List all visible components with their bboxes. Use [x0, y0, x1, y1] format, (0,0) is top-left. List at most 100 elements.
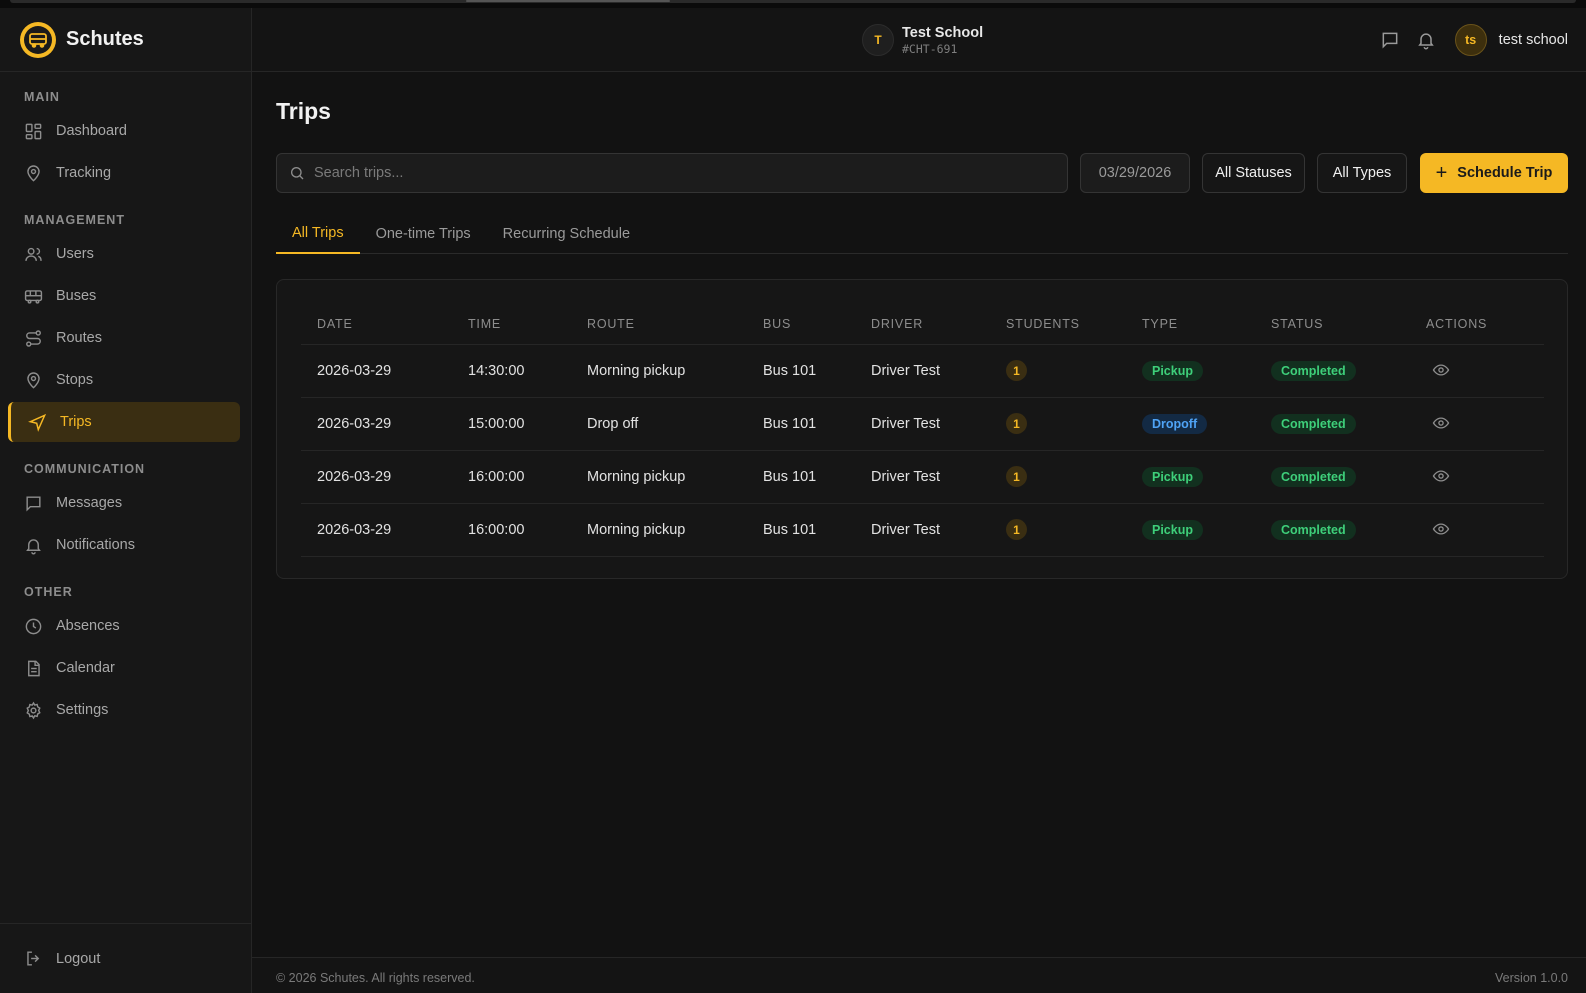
page-title: Trips	[276, 98, 331, 124]
search-icon	[291, 167, 304, 180]
bell-icon	[26, 538, 41, 554]
view-trip-button[interactable]	[1430, 412, 1452, 434]
trips-toolbar: 03/29/2026 All Statuses All Types + Sche…	[276, 153, 1568, 193]
status-filter-select[interactable]: All Statuses	[1202, 153, 1305, 193]
column-header-type[interactable]: TYPE	[1126, 304, 1255, 345]
sidebar-item-tracking[interactable]: Tracking	[12, 153, 239, 193]
students-count-badge: 1	[1006, 413, 1027, 434]
view-trip-button[interactable]	[1430, 359, 1452, 381]
column-header-bus[interactable]: BUS	[747, 304, 855, 345]
school-name: Test School	[902, 24, 984, 41]
view-trip-button[interactable]	[1430, 518, 1452, 540]
cell-bus: Bus 101	[747, 397, 855, 451]
cell-date: 2026-03-29	[301, 344, 452, 398]
table-row[interactable]: 2026-03-29 14:30:00 Morning pickup Bus 1…	[301, 344, 1544, 398]
search-input[interactable]	[314, 165, 1034, 181]
school-avatar: T	[862, 24, 894, 56]
search-box[interactable]	[276, 153, 1068, 193]
cell-route: Drop off	[571, 397, 747, 451]
eye-icon	[1432, 469, 1450, 482]
tab-recurring-schedule[interactable]: Recurring Schedule	[487, 214, 646, 254]
nav-communication: COMMUNICATION Messages Notifications	[0, 444, 251, 565]
user-avatar[interactable]: ts	[1454, 24, 1487, 56]
column-header-date[interactable]: DATE	[301, 304, 452, 345]
column-header-time[interactable]: TIME	[452, 304, 571, 345]
sidebar-item-trips[interactable]: Trips	[8, 402, 240, 442]
user-name[interactable]: test school	[1499, 32, 1568, 48]
column-header-students[interactable]: STUDENTS	[990, 304, 1126, 345]
sidebar-item-label: Absences	[56, 618, 120, 634]
trip-tabs: All Trips One-time Trips Recurring Sched…	[276, 214, 1568, 254]
plus-icon: +	[1435, 162, 1448, 184]
clock-icon	[25, 618, 42, 634]
cell-type: Pickup	[1126, 344, 1255, 398]
brand[interactable]: Schutes	[0, 8, 251, 72]
brand-name: Schutes	[66, 28, 144, 50]
cell-status: Completed	[1255, 344, 1410, 398]
sidebar-item-messages[interactable]: Messages	[12, 483, 239, 523]
gear-icon	[26, 701, 41, 719]
school-code: #CHT-691	[902, 41, 958, 56]
date-filter-input[interactable]: 03/29/2026	[1080, 153, 1190, 193]
sidebar-item-stops[interactable]: Stops	[12, 360, 239, 400]
cell-bus: Bus 101	[747, 344, 855, 398]
sidebar-item-label: Dashboard	[56, 123, 127, 139]
sidebar-item-label: Routes	[56, 330, 102, 346]
sidebar-item-routes[interactable]: Routes	[12, 318, 239, 358]
cell-status: Completed	[1255, 450, 1410, 504]
eye-icon	[1432, 522, 1450, 535]
map-pin-icon	[27, 164, 40, 182]
logout-icon	[27, 951, 40, 966]
cell-students: 1	[990, 397, 1126, 451]
cell-date: 2026-03-29	[301, 503, 452, 557]
type-badge: Pickup	[1142, 466, 1203, 487]
navigation-icon	[28, 413, 47, 432]
version-text: Version 1.0.0	[1495, 971, 1568, 985]
trips-table: DATE TIME ROUTE BUS DRIVER STUDENTS TYPE…	[301, 304, 1544, 557]
sidebar-item-dashboard[interactable]: Dashboard	[12, 111, 239, 151]
status-badge: Completed	[1271, 360, 1356, 381]
sidebar-item-label: Buses	[56, 288, 97, 304]
cell-students: 1	[990, 503, 1126, 557]
sidebar-item-label: Calendar	[56, 660, 115, 676]
column-header-status[interactable]: STATUS	[1255, 304, 1410, 345]
notifications-button[interactable]	[1415, 29, 1437, 51]
type-badge: Pickup	[1142, 360, 1203, 381]
bell-icon	[1417, 33, 1434, 50]
cell-route: Morning pickup	[571, 344, 747, 398]
schedule-trip-button[interactable]: + Schedule Trip	[1420, 153, 1568, 193]
table-row[interactable]: 2026-03-29 16:00:00 Morning pickup Bus 1…	[301, 503, 1544, 557]
table-row[interactable]: 2026-03-29 15:00:00 Drop off Bus 101 Dri…	[301, 397, 1544, 451]
sidebar-item-notifications[interactable]: Notifications	[12, 525, 239, 565]
type-badge: Pickup	[1142, 519, 1203, 540]
bus-icon	[24, 289, 43, 304]
cell-time: 16:00:00	[452, 503, 571, 557]
sidebar-item-buses[interactable]: Buses	[12, 276, 239, 316]
sidebar-item-users[interactable]: Users	[12, 234, 239, 274]
table-row[interactable]: 2026-03-29 16:00:00 Morning pickup Bus 1…	[301, 450, 1544, 504]
sidebar: Schutes MAIN Dashboard Tracking MANAGEME…	[0, 8, 252, 993]
sidebar-item-absences[interactable]: Absences	[12, 606, 239, 646]
school-switcher[interactable]: T Test School #CHT-691	[862, 24, 983, 56]
messages-button[interactable]	[1379, 29, 1401, 51]
column-header-route[interactable]: ROUTE	[571, 304, 747, 345]
sidebar-item-calendar[interactable]: Calendar	[12, 648, 239, 688]
page-footer: © 2026 Schutes. All rights reserved. Ver…	[252, 957, 1586, 993]
top-header: T Test School #CHT-691 ts test school	[252, 8, 1586, 72]
status-badge: Completed	[1271, 466, 1356, 487]
nav-other: OTHER Absences Calendar Settings	[0, 567, 251, 730]
cell-bus: Bus 101	[747, 503, 855, 557]
sidebar-item-settings[interactable]: Settings	[12, 690, 239, 730]
column-header-driver[interactable]: DRIVER	[855, 304, 990, 345]
tab-all-trips[interactable]: All Trips	[276, 214, 360, 254]
logout-button[interactable]: Logout	[0, 923, 251, 993]
column-header-actions: ACTIONS	[1410, 304, 1544, 345]
sidebar-item-label: Messages	[56, 495, 123, 511]
trips-table-card: DATE TIME ROUTE BUS DRIVER STUDENTS TYPE…	[276, 279, 1568, 579]
cell-time: 14:30:00	[452, 344, 571, 398]
route-icon	[26, 329, 41, 347]
type-filter-select[interactable]: All Types	[1317, 153, 1407, 193]
cell-actions	[1410, 503, 1544, 557]
view-trip-button[interactable]	[1430, 465, 1452, 487]
tab-one-time-trips[interactable]: One-time Trips	[360, 214, 487, 254]
